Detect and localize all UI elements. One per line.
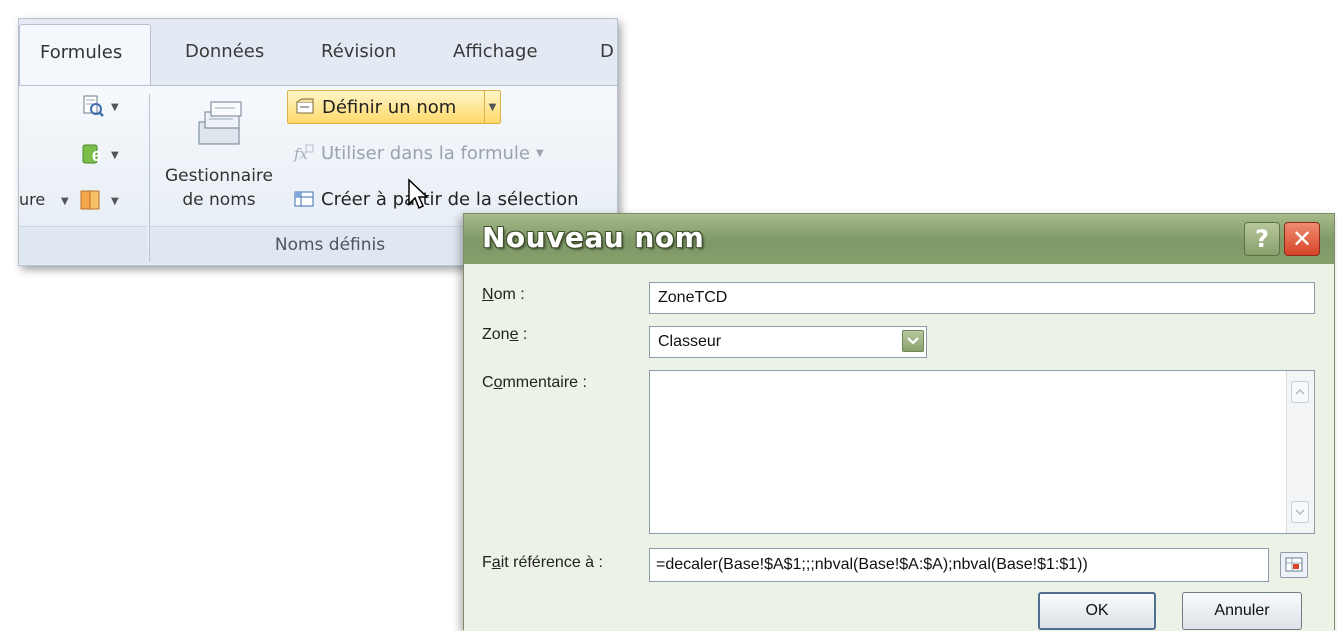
- chevron-down-icon[interactable]: ▼: [111, 150, 119, 161]
- tab-revision[interactable]: Révision: [321, 41, 396, 62]
- math-trig-icon[interactable]: θ: [81, 142, 105, 166]
- comment-textarea[interactable]: [649, 370, 1315, 534]
- name-input-value: ZoneTCD: [658, 289, 728, 306]
- range-select-icon: [1285, 557, 1303, 572]
- ok-button[interactable]: OK: [1038, 592, 1156, 630]
- dialog-title: Nouveau nom: [482, 221, 705, 254]
- new-name-dialog: Nouveau nom ? ✕ Nom : ZoneTCD Zone : Cla…: [463, 213, 1335, 631]
- svg-text:θ: θ: [92, 150, 101, 165]
- define-name-button[interactable]: Définir un nom ▼: [287, 90, 501, 124]
- comment-scrollbar[interactable]: [1286, 371, 1314, 533]
- tab-developpeur-partial[interactable]: D: [600, 41, 614, 62]
- help-icon: ?: [1255, 225, 1269, 253]
- scroll-up-icon[interactable]: [1291, 381, 1309, 403]
- name-manager-label-line1: Gestionnaire: [164, 166, 274, 186]
- mouse-cursor-icon: [408, 178, 429, 210]
- dialog-body: Nom : ZoneTCD Zone : Classeur Commentair…: [464, 264, 1334, 631]
- create-from-selection-label: Créer à partir de la sélection: [321, 188, 579, 210]
- refers-to-value: =decaler(Base!$A$1;;;nbval(Base!$A:$A);n…: [656, 556, 1088, 573]
- function-fx-icon: fx: [293, 144, 314, 163]
- chevron-down-icon: ▼: [535, 147, 544, 159]
- close-icon: ✕: [1291, 225, 1313, 253]
- comment-label: Commentaire :: [482, 374, 587, 391]
- collapse-range-button[interactable]: [1280, 552, 1308, 578]
- dialog-titlebar[interactable]: Nouveau nom ? ✕: [464, 214, 1334, 264]
- group-label-noms-definis: Noms définis: [274, 235, 386, 255]
- chevron-down-icon[interactable]: [902, 330, 924, 352]
- create-from-selection-icon: [294, 191, 314, 207]
- tab-formules[interactable]: Formules: [19, 24, 151, 86]
- tab-donnees[interactable]: Données: [185, 41, 264, 62]
- define-name-icon: [296, 98, 314, 114]
- group-footer-left: [19, 226, 147, 264]
- ribbon-tab-bar: Formules Données Révision Affichage D: [19, 19, 617, 86]
- tab-label: Formules: [40, 42, 123, 63]
- chevron-down-icon[interactable]: ▼: [111, 196, 119, 207]
- refers-to-input[interactable]: =decaler(Base!$A$1;;;nbval(Base!$A:$A);n…: [649, 548, 1269, 582]
- name-manager-label-line2: de noms: [182, 190, 256, 210]
- chevron-down-icon[interactable]: ▼: [61, 196, 69, 207]
- name-label: Nom :: [482, 286, 525, 303]
- refers-to-label: Fait référence à :: [482, 554, 603, 571]
- close-button[interactable]: ✕: [1284, 222, 1320, 256]
- cancel-button[interactable]: Annuler: [1182, 592, 1302, 630]
- name-manager-button[interactable]: Gestionnaire de noms: [159, 164, 279, 212]
- define-name-label: Définir un nom: [322, 96, 457, 118]
- chevron-down-icon[interactable]: ▼: [484, 91, 500, 123]
- more-functions-icon[interactable]: [79, 188, 103, 212]
- name-input[interactable]: ZoneTCD: [649, 282, 1315, 314]
- chevron-down-icon[interactable]: ▼: [111, 102, 119, 113]
- zone-select-value: Classeur: [658, 333, 722, 350]
- zone-label: Zone :: [482, 326, 528, 343]
- name-manager-icon[interactable]: [191, 96, 251, 150]
- lookup-reference-icon[interactable]: [81, 94, 105, 118]
- zone-select[interactable]: Classeur: [649, 326, 927, 358]
- tab-affichage[interactable]: Affichage: [453, 41, 538, 62]
- more-functions-label-partial[interactable]: ure: [19, 190, 45, 209]
- help-button[interactable]: ?: [1244, 222, 1280, 256]
- scroll-down-icon[interactable]: [1291, 501, 1309, 523]
- use-in-formula-button[interactable]: fx Utiliser dans la formule ▼: [287, 136, 544, 170]
- use-in-formula-label: Utiliser dans la formule: [321, 142, 530, 164]
